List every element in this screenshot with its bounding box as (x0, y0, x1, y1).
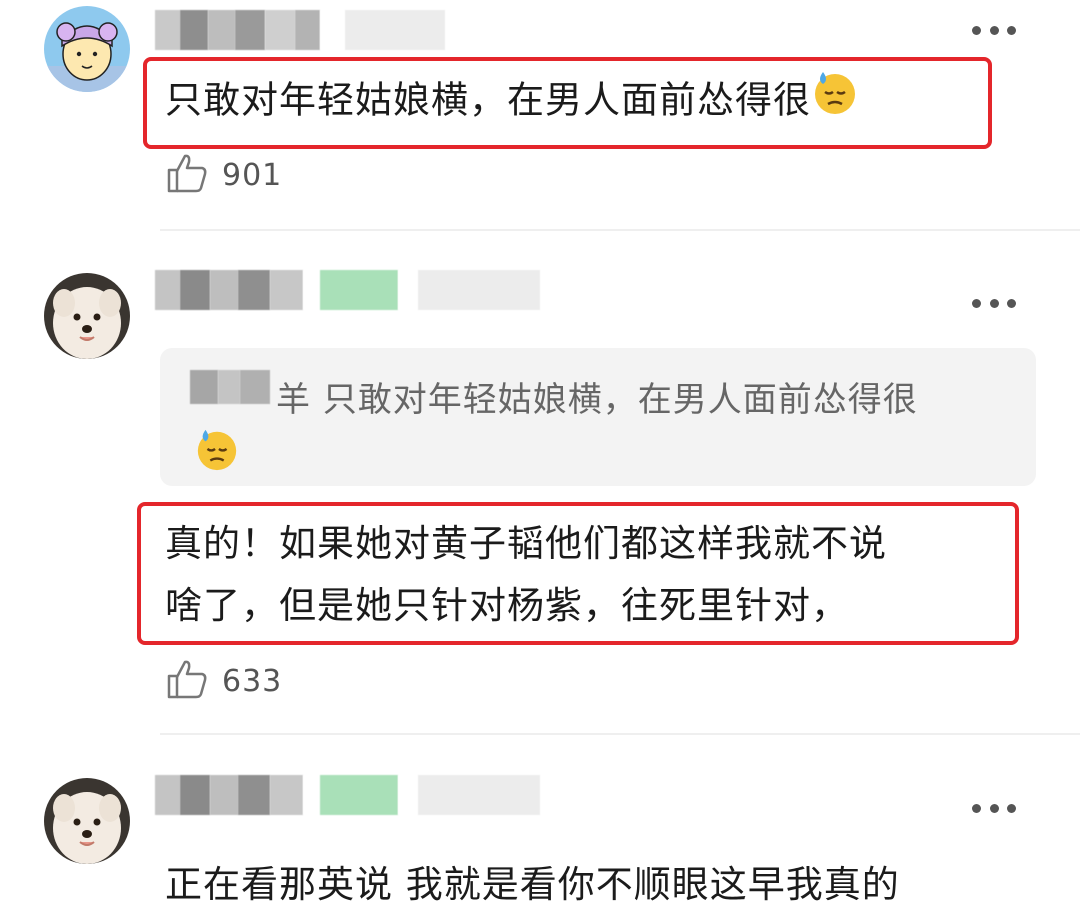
like-count: 901 (222, 157, 283, 193)
comment-text: 正在看那英说 我就是看你不顺眼这早我真的 (165, 863, 900, 906)
quoted-reply[interactable]: 羊 只敢对年轻姑娘横，在男人面前怂得很 (160, 348, 1036, 486)
more-options-icon[interactable] (972, 802, 1016, 814)
comment-text: 啥了，但是她只针对杨紫，往死里针对， (165, 584, 849, 627)
comment-item: 正在看那英说 我就是看你不顺眼这早我真的 (0, 735, 1080, 906)
username-blurred[interactable] (155, 10, 445, 50)
avatar[interactable] (44, 273, 130, 359)
username-blurred[interactable] (155, 270, 540, 310)
avatar[interactable] (44, 778, 130, 864)
thumbs-up-icon (166, 658, 208, 704)
avatar[interactable] (44, 6, 130, 92)
like-count: 633 (222, 663, 283, 699)
comment-text: 只敢对年轻姑娘横，在男人面前怂得很 (165, 68, 859, 136)
downcast-sweat-face-icon (811, 68, 859, 136)
quote-author-blurred (190, 370, 270, 404)
like-button[interactable]: 901 (166, 152, 282, 198)
thumbs-up-icon (166, 152, 208, 198)
comment-item: 只敢对年轻姑娘横，在男人面前怂得很 901 (0, 0, 1080, 230)
like-button[interactable]: 633 (166, 658, 282, 704)
more-options-icon[interactable] (972, 297, 1016, 309)
quote-text: 羊 只敢对年轻姑娘横，在男人面前怂得很 (276, 380, 918, 420)
comment-text: 真的！如果她对黄子韬他们都这样我就不说 (165, 522, 887, 565)
comment-item: 羊 只敢对年轻姑娘横，在男人面前怂得很 真的！如果她对黄子韬他们都这样我就不说 … (0, 230, 1080, 735)
more-options-icon[interactable] (972, 24, 1016, 36)
downcast-sweat-face-icon (194, 426, 240, 476)
username-blurred[interactable] (155, 775, 540, 815)
